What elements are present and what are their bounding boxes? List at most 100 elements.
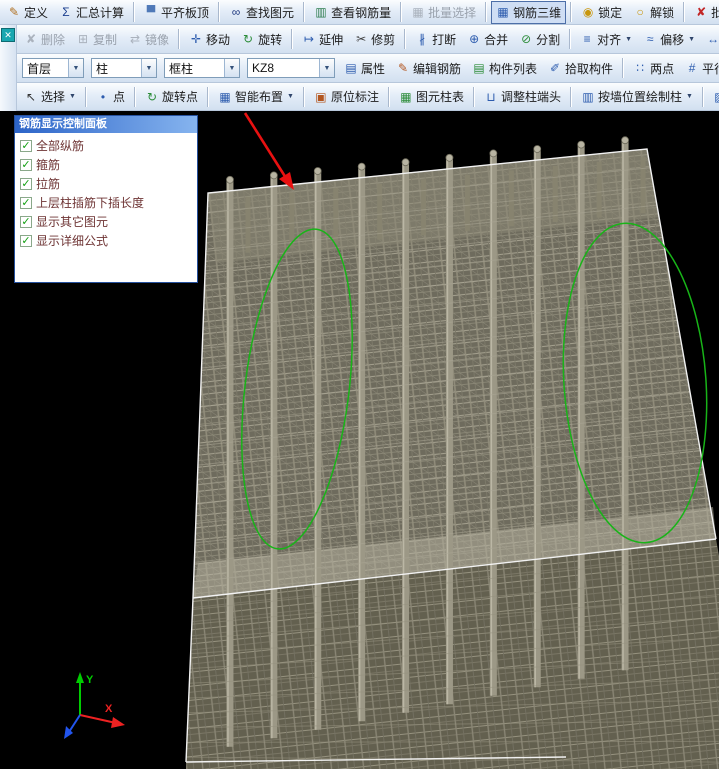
checkbox-tie-bars[interactable]: ✓拉筋 xyxy=(17,174,195,193)
draw-column-by-wall-button[interactable]: ▥按墙位置绘制柱▼ xyxy=(576,85,698,108)
define-button[interactable]: ✎定义 xyxy=(2,1,53,24)
chevron-down-icon[interactable]: ▼ xyxy=(68,59,83,77)
rotate-button[interactable]: ↻旋转 xyxy=(236,28,287,51)
insitu-annotation-button[interactable]: ▣原位标注 xyxy=(309,85,384,108)
toolbar-row-1: ✎定义Σ汇总计算 ▀平齐板顶 ∞查找图元 ▥查看钢筋量 ▦批量选择 ▦钢筋三维 ◉锁定○解锁… xyxy=(0,0,719,25)
dock-close-icon[interactable]: ✕ xyxy=(1,28,15,42)
view-rebar-quantity-button[interactable]: ▥查看钢筋量 xyxy=(309,1,396,24)
button-label: 修剪 xyxy=(371,31,395,48)
x-axis-label: X xyxy=(105,703,113,715)
smart-layout-button[interactable]: ▦智能布置▼ xyxy=(213,85,299,108)
pick-component-button[interactable]: ✐拾取构件 xyxy=(543,57,618,80)
button-label: 两点 xyxy=(650,60,674,77)
select-button[interactable]: ↖选择▼ xyxy=(19,85,81,108)
checkbox-upper-column-dowel-length[interactable]: ✓上层柱插筋下插长度 xyxy=(17,193,195,212)
stretch-icon: ↔ xyxy=(706,32,719,46)
copy-button[interactable]: ⊞复制 xyxy=(71,28,122,51)
lock-button[interactable]: ◉锁定 xyxy=(576,1,627,24)
toolbar-separator xyxy=(207,87,209,107)
checkbox-all-longitudinal-bars[interactable]: ✓全部纵筋 xyxy=(17,136,195,155)
trim-button[interactable]: ✂修剪 xyxy=(349,28,400,51)
element-column-table-button[interactable]: ▦图元柱表 xyxy=(394,85,469,108)
component-combo-value: KZ8 xyxy=(248,61,319,75)
button-label: 调整柱端头 xyxy=(501,88,561,105)
merge-button[interactable]: ⊕合并 xyxy=(462,28,513,51)
summary-calc-button[interactable]: Σ汇总计算 xyxy=(54,1,129,24)
checkbox-stirrups[interactable]: ✓箍筋 xyxy=(17,155,195,174)
type-combo[interactable]: 框柱▼ xyxy=(164,58,240,78)
offset-button[interactable]: ≈偏移▼ xyxy=(638,28,700,51)
button-label: 合并 xyxy=(484,31,508,48)
merge-icon: ⊕ xyxy=(467,32,481,46)
two-points-button[interactable]: ∷两点 xyxy=(628,57,679,80)
toolbar-separator xyxy=(303,87,305,107)
checkbox-show-other-elements[interactable]: ✓ 显示其它图元 xyxy=(17,212,195,231)
align-button[interactable]: ≡对齐▼ xyxy=(575,28,637,51)
toolbar-separator xyxy=(400,2,402,22)
batch-delete-unused-button[interactable]: ✘批量删除未使用构 xyxy=(689,1,719,24)
find-element-button[interactable]: ∞查找图元 xyxy=(224,1,299,24)
element-column-table-icon: ▦ xyxy=(399,90,413,104)
button-label: 平齐板顶 xyxy=(161,4,209,21)
button-label: 分割 xyxy=(536,31,560,48)
floor-combo[interactable]: 首层▼ xyxy=(22,58,84,78)
chevron-down-icon[interactable]: ▼ xyxy=(319,59,334,77)
button-label: 构件列表 xyxy=(489,60,537,77)
extend-button[interactable]: ↦延伸 xyxy=(297,28,348,51)
rebar-display-control-panel: 钢筋显示控制面板 ✓全部纵筋✓箍筋✓拉筋✓上层柱插筋下插长度✓显示其它图元✓显示… xyxy=(14,115,198,283)
split-button[interactable]: ⊘分割 xyxy=(514,28,565,51)
toolbar-separator xyxy=(178,29,180,49)
toolbar-separator xyxy=(702,87,704,107)
floor-combo-value: 首层 xyxy=(23,60,68,77)
checkbox-icon[interactable]: ✓ xyxy=(20,178,32,190)
checkbox-icon[interactable]: ✓ xyxy=(20,235,32,247)
auto-judge-button[interactable]: ▨自动判断 xyxy=(708,85,719,108)
toolbar-separator xyxy=(569,29,571,49)
trim-icon: ✂ xyxy=(354,32,368,46)
split-icon: ⊘ xyxy=(519,32,533,46)
chevron-down-icon[interactable]: ▼ xyxy=(224,59,239,77)
button-label: 查看钢筋量 xyxy=(331,4,391,21)
cursor-icon: ↖ xyxy=(24,90,38,104)
checkbox-icon[interactable]: ✓ xyxy=(20,216,32,228)
button-label: 原位标注 xyxy=(331,88,379,105)
align-slab-top-button[interactable]: ▀平齐板顶 xyxy=(139,1,214,24)
button-label: 旋转 xyxy=(258,31,282,48)
batch-select-icon: ▦ xyxy=(411,5,425,19)
delete-button[interactable]: ✘删除 xyxy=(19,28,70,51)
mirror-button[interactable]: ⇄镜像 xyxy=(123,28,174,51)
checkbox-icon[interactable]: ✓ xyxy=(20,159,32,171)
category-combo[interactable]: 柱▼ xyxy=(91,58,157,78)
ucs-axis-icon: Y X xyxy=(64,672,125,739)
toolbar-separator xyxy=(473,87,475,107)
checkbox-label: 显示其它图元 xyxy=(36,213,108,230)
adjust-column-end-button[interactable]: ⊔调整柱端头 xyxy=(479,85,566,108)
unlock-button[interactable]: ○解锁 xyxy=(628,1,679,24)
stretch-button[interactable]: ↔拉 xyxy=(701,28,719,51)
break-icon: ∦ xyxy=(415,32,429,46)
copy-icon: ⊞ xyxy=(76,32,90,46)
properties-button[interactable]: ▤属性 xyxy=(339,57,390,80)
chevron-down-icon: ▼ xyxy=(686,93,693,100)
extend-icon: ↦ xyxy=(302,32,316,46)
button-label: 点 xyxy=(113,88,125,105)
unlock-icon: ○ xyxy=(633,5,647,19)
rebar-3d-button[interactable]: ▦钢筋三维 xyxy=(491,1,566,24)
toolbar-separator xyxy=(291,29,293,49)
parallel-button[interactable]: #平行 xyxy=(680,57,719,80)
component-combo[interactable]: KZ8▼ xyxy=(247,58,335,78)
checkbox-icon[interactable]: ✓ xyxy=(20,197,32,209)
checkbox-icon[interactable]: ✓ xyxy=(20,140,32,152)
batch-select-button[interactable]: ▦批量选择 xyxy=(406,1,481,24)
break-button[interactable]: ∦打断 xyxy=(410,28,461,51)
rotate-point-button[interactable]: ↻旋转点 xyxy=(140,85,203,108)
chevron-down-icon[interactable]: ▼ xyxy=(141,59,156,77)
move-button[interactable]: ✛移动 xyxy=(184,28,235,51)
edit-rebar-button[interactable]: ✎编辑钢筋 xyxy=(391,57,466,80)
type-combo-value: 框柱 xyxy=(165,60,224,77)
panel-title[interactable]: 钢筋显示控制面板 xyxy=(15,116,197,133)
delete-icon: ✘ xyxy=(24,32,38,46)
component-list-button[interactable]: ▤构件列表 xyxy=(467,57,542,80)
checkbox-show-detailed-formula[interactable]: ✓显示详细公式 xyxy=(17,231,195,250)
point-button[interactable]: •点 xyxy=(91,85,130,108)
